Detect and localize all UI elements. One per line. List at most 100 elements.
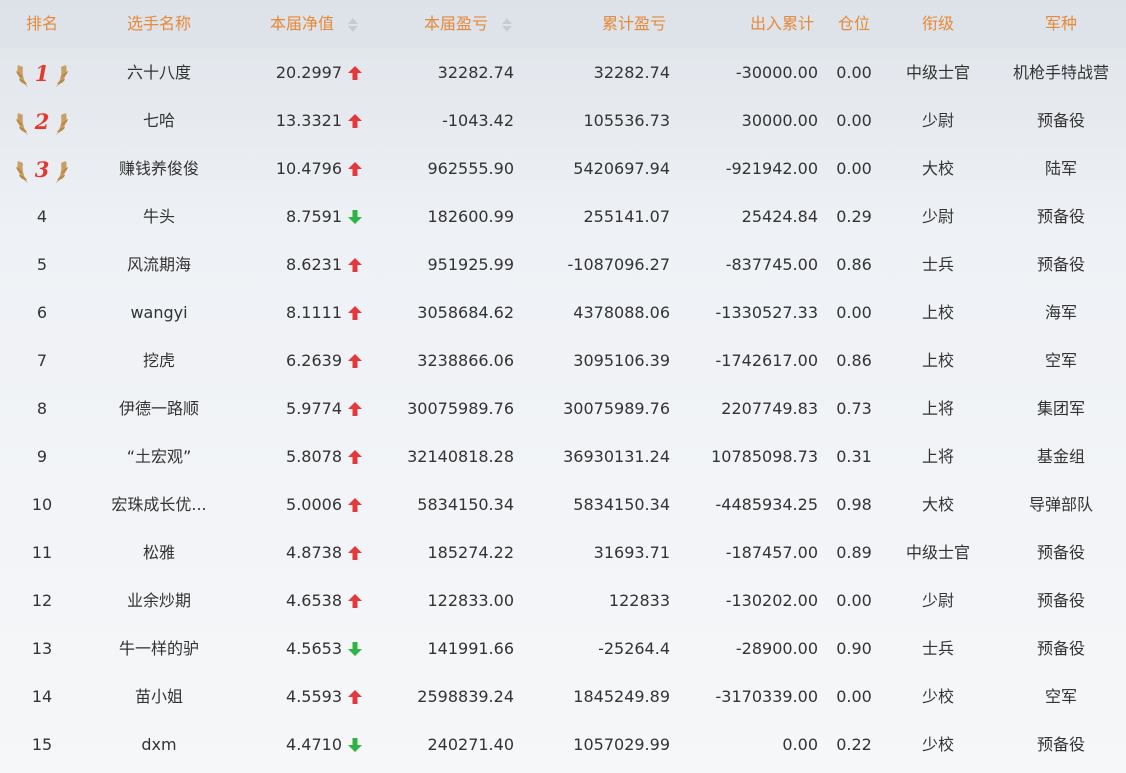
red-up-arrow-icon: [348, 241, 370, 289]
player-name[interactable]: 六十八度: [84, 49, 234, 97]
rank-grade: 士兵: [921, 255, 954, 274]
green-down-arrow-icon: [348, 721, 370, 769]
cash-flow: -130202.00: [725, 591, 818, 610]
header-name: 选手名称: [126, 14, 191, 33]
service-branch: 空军: [1044, 687, 1077, 706]
player-name[interactable]: wangyi: [84, 289, 234, 337]
cumulative-profit: 1057029.99: [573, 735, 670, 754]
header-grade: 衔级: [921, 14, 954, 33]
table-row[interactable]: 15 dxm 4.4710 240271.40 1057029.99 0.00 0.22 少校…: [0, 721, 1126, 769]
cash-flow: -1330527.33: [715, 303, 818, 322]
service-branch: 海军: [1044, 303, 1077, 322]
net-value: 5.9774: [286, 399, 342, 418]
service-branch: 预备役: [1036, 639, 1085, 658]
table-row[interactable]: 1 六十八度 20.2997 32282.74 32282.74 -30000.00 0.0…: [0, 49, 1126, 97]
rank-grade: 大校: [921, 495, 954, 514]
player-name[interactable]: 风流期海: [84, 241, 234, 289]
table-row[interactable]: 3 赚钱养俊俊 10.4796 962555.90 5420697.94 -921942.…: [0, 145, 1126, 193]
table-row[interactable]: 13 牛一样的驴 4.5653 141991.66 -25264.4 -28900.00 0…: [0, 625, 1126, 673]
session-profit: 30075989.76: [407, 399, 514, 418]
sort-icon[interactable]: [502, 17, 513, 33]
rank-number: 10: [31, 495, 53, 514]
red-up-arrow-icon: [348, 289, 370, 337]
cash-flow: -30000.00: [735, 63, 818, 82]
header-pl[interactable]: 本届盈亏: [424, 0, 534, 48]
red-up-arrow-icon: [348, 529, 370, 577]
service-branch: 机枪手特战营: [1012, 63, 1109, 82]
position-ratio: 0.86: [836, 255, 872, 274]
net-value: 5.0006: [286, 495, 342, 514]
player-name[interactable]: “土宏观”: [84, 433, 234, 481]
player-name[interactable]: 牛头: [84, 193, 234, 241]
service-branch: 预备役: [1036, 207, 1085, 226]
net-value: 8.7591: [286, 207, 342, 226]
table-row[interactable]: 11 松雅 4.8738 185274.22 31693.71 -187457.00 0.8…: [0, 529, 1126, 577]
session-profit: 951925.99: [427, 255, 514, 274]
rank-medal: 2: [0, 97, 84, 145]
rank-number: 2: [34, 109, 50, 134]
position-ratio: 0.00: [836, 303, 872, 322]
session-profit: 5834150.34: [417, 495, 514, 514]
service-branch: 陆军: [1044, 159, 1077, 178]
sort-icon[interactable]: [348, 17, 359, 33]
header-nav[interactable]: 本届净值: [270, 0, 380, 48]
cash-flow: -28900.00: [735, 639, 818, 658]
session-profit: 32140818.28: [407, 447, 514, 466]
header-pos: 仓位: [837, 14, 870, 33]
table-row[interactable]: 5 风流期海 8.6231 951925.99 -1087096.27 -837745.0…: [0, 241, 1126, 289]
session-profit: 2598839.24: [417, 687, 514, 706]
table-row[interactable]: 2 七哈 13.3321 -1043.42 105536.73 30000.00 0.00 少…: [0, 97, 1126, 145]
red-up-arrow-icon: [348, 385, 370, 433]
red-up-arrow-icon: [348, 97, 370, 145]
rank-number: 12: [31, 591, 53, 610]
rank-number: 9: [36, 447, 48, 466]
rank-grade: 上将: [921, 399, 954, 418]
cumulative-profit: 31693.71: [593, 543, 670, 562]
net-value: 6.2639: [286, 351, 342, 370]
cash-flow: -3170339.00: [715, 687, 818, 706]
table-row[interactable]: 9 “土宏观” 5.8078 32140818.28 36930131.24 107850…: [0, 433, 1126, 481]
rank-number: 13: [31, 639, 53, 658]
player-name[interactable]: 业余炒期: [84, 577, 234, 625]
table-row[interactable]: 12 业余炒期 4.6538 122833.00 122833 -130202.00 0.0…: [0, 577, 1126, 625]
cash-flow: -187457.00: [725, 543, 818, 562]
cash-flow: 2207749.83: [721, 399, 818, 418]
rank-number: 3: [34, 157, 50, 182]
net-value: 5.8078: [286, 447, 342, 466]
net-value: 4.4710: [286, 735, 342, 754]
position-ratio: 0.86: [836, 351, 872, 370]
player-name[interactable]: 挖虎: [84, 337, 234, 385]
rank-number: 6: [36, 303, 48, 322]
player-name[interactable]: 松雅: [84, 529, 234, 577]
cumulative-profit: 5420697.94: [573, 159, 670, 178]
player-name[interactable]: 苗小姐: [84, 673, 234, 721]
net-value: 13.3321: [275, 111, 342, 130]
position-ratio: 0.90: [836, 639, 872, 658]
player-name[interactable]: 伊德一路顺: [84, 385, 234, 433]
rank-grade: 少尉: [921, 111, 954, 130]
rank-number: 8: [36, 399, 48, 418]
rank-number: 4: [36, 207, 48, 226]
table-row[interactable]: 10 宏珠成长优... 5.0006 5834150.34 5834150.34 -448…: [0, 481, 1126, 529]
position-ratio: 0.00: [836, 687, 872, 706]
cumulative-profit: 4378088.06: [573, 303, 670, 322]
player-name[interactable]: 宏珠成长优...: [84, 481, 234, 529]
red-up-arrow-icon: [348, 337, 370, 385]
table-row[interactable]: 7 挖虎 6.2639 3238866.06 3095106.39 -1742617.00…: [0, 337, 1126, 385]
service-branch: 预备役: [1036, 543, 1085, 562]
table-row[interactable]: 6 wangyi 8.1111 3058684.62 4378088.06 -133052…: [0, 289, 1126, 337]
table-row[interactable]: 8 伊德一路顺 5.9774 30075989.76 30075989.76 220774…: [0, 385, 1126, 433]
player-name[interactable]: 牛一样的驴: [84, 625, 234, 673]
rank-number: 5: [36, 255, 48, 274]
session-profit: 141991.66: [427, 639, 514, 658]
player-name[interactable]: dxm: [84, 721, 234, 769]
green-down-arrow-icon: [348, 193, 370, 241]
player-name[interactable]: 赚钱养俊俊: [84, 145, 234, 193]
table-row[interactable]: 4 牛头 8.7591 182600.99 255141.07 25424.84 0.29 少…: [0, 193, 1126, 241]
player-name[interactable]: 七哈: [84, 97, 234, 145]
rank-grade: 少校: [921, 735, 954, 754]
cash-flow: -837745.00: [725, 255, 818, 274]
table-row[interactable]: 14 苗小姐 4.5593 2598839.24 1845249.89 -3170339.…: [0, 673, 1126, 721]
rank-grade: 中级士官: [905, 543, 970, 562]
rank-grade: 上将: [921, 447, 954, 466]
